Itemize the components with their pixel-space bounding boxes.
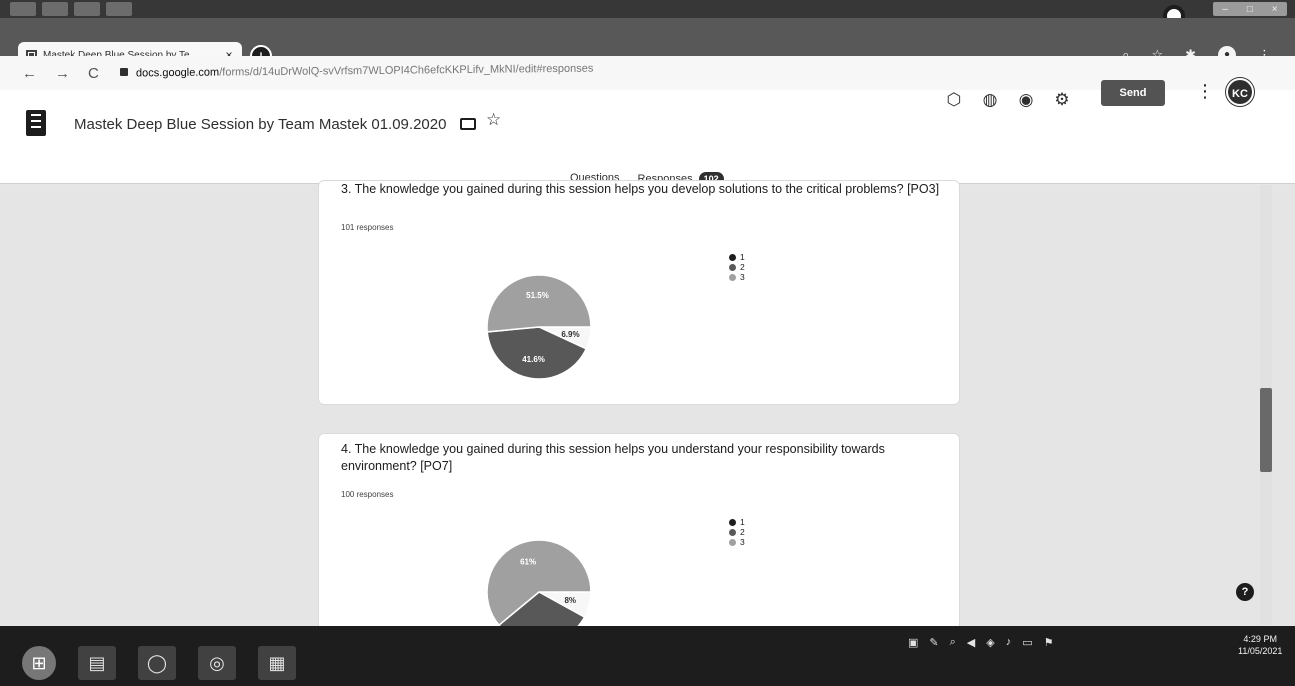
chart-legend: 123	[729, 517, 745, 547]
forward-arrow-icon[interactable]: →	[55, 65, 70, 82]
question-text: 4. The knowledge you gained during this …	[341, 442, 885, 473]
minimize-button[interactable]: –	[1222, 4, 1228, 15]
system-tray: ▣ ✎ ⌕ ◀ ◈ ♪ ▭ ⚑	[908, 636, 1054, 649]
windows-taskbar: ⊞ ▤ ◯ ◎ ▦ ▣ ✎ ⌕ ◀ ◈ ♪ ▭ ⚑ 4:29 PM 11/05/…	[0, 626, 1295, 686]
legend-label: 3	[740, 537, 745, 547]
pie-slice-label: 41.6%	[522, 355, 545, 364]
question-text: 3. The knowledge you gained during this …	[341, 182, 940, 196]
clock-date: 11/05/2021	[1238, 646, 1283, 656]
folder-icon[interactable]	[460, 118, 476, 130]
chrome-icon[interactable]: ◎	[198, 646, 236, 680]
preview-thumb[interactable]	[42, 2, 68, 16]
screen: – □ × Mastek Deep Blue Session by Te × +…	[0, 0, 1295, 686]
search-icon[interactable]: ⌕	[950, 636, 956, 649]
nav-buttons: ← → C	[22, 65, 99, 82]
volume-icon[interactable]: ♪	[1006, 636, 1012, 649]
send-button[interactable]: Send	[1101, 80, 1165, 106]
scrollbar-thumb[interactable]	[1260, 388, 1272, 472]
url-host: docs.google.com	[135, 66, 220, 80]
pie-slice-label: 51.5%	[526, 291, 549, 300]
pie-slice-label: 6.9%	[561, 330, 579, 339]
settings-gear-icon[interactable]: ⚙	[1052, 90, 1072, 110]
pen-icon[interactable]: ✎	[929, 636, 938, 649]
chart-legend: 123	[729, 252, 745, 282]
legend-dot-icon	[729, 518, 736, 526]
legend-item: 2	[729, 262, 745, 272]
legend-item: 3	[729, 537, 745, 547]
google-forms-icon[interactable]	[26, 110, 46, 136]
lock-icon[interactable]	[120, 68, 128, 76]
taskbar-apps: ⊞ ▤ ◯ ◎ ▦	[22, 646, 296, 680]
question-card: 3. The knowledge you gained during this …	[318, 180, 960, 405]
star-icon[interactable]: ☆	[486, 110, 501, 130]
preview-thumb[interactable]	[106, 2, 132, 16]
clock-time: 4:29 PM	[1243, 634, 1277, 644]
legend-dot-icon	[729, 273, 736, 281]
form-toolbar: ⬡ ◍ ◉ ⚙	[944, 90, 1072, 110]
legend-dot-icon	[729, 528, 736, 536]
reload-icon[interactable]: C	[88, 65, 99, 82]
pie-chart: 6.9% 41.6% 51.5%	[486, 274, 592, 380]
scrollbar[interactable]	[1260, 185, 1272, 625]
responses-content: 3. The knowledge you gained during this …	[0, 180, 1295, 645]
notes-icon[interactable]: ▦	[258, 646, 296, 680]
close-window-button[interactable]: ×	[1272, 4, 1278, 15]
response-count: 100 responses	[341, 490, 394, 499]
response-count: 101 responses	[341, 223, 394, 232]
pie-slice-label: 61%	[520, 558, 536, 567]
flag-icon[interactable]: ⚑	[1044, 636, 1054, 649]
start-button[interactable]: ⊞	[22, 646, 56, 680]
pie-slice-label: 8%	[564, 596, 576, 605]
avatar[interactable]: KC	[1226, 78, 1254, 106]
form-title[interactable]: Mastek Deep Blue Session by Team Mastek …	[74, 116, 446, 133]
clock[interactable]: 4:29 PM 11/05/2021	[1238, 633, 1282, 657]
question-card: 4. The knowledge you gained during this …	[318, 433, 960, 645]
legend-item: 3	[729, 272, 745, 282]
palette-icon[interactable]: ◍	[980, 90, 1000, 110]
legend-label: 3	[740, 272, 745, 282]
legend-dot-icon	[729, 253, 736, 261]
top-strip: – □ ×	[0, 0, 1295, 18]
opera-icon[interactable]: ◯	[138, 646, 176, 680]
keyboard-icon[interactable]: ▣	[908, 636, 918, 649]
preview-thumb[interactable]	[74, 2, 100, 16]
window-controls: – □ ×	[1213, 2, 1287, 16]
play-icon[interactable]: ◀	[967, 636, 975, 649]
more-options-icon[interactable]: ⋮	[1196, 81, 1214, 102]
preview-eye-icon[interactable]: ◉	[1016, 90, 1036, 110]
legend-item: 1	[729, 252, 745, 262]
forms-header: Mastek Deep Blue Session by Team Mastek …	[0, 78, 1295, 193]
url-path: /forms/d/14uDrWolQ-svVrfsm7WLOPI4Ch6efcK…	[219, 62, 594, 79]
help-icon[interactable]: ?	[1236, 583, 1254, 601]
preview-thumb[interactable]	[10, 2, 36, 16]
back-arrow-icon[interactable]: ←	[22, 65, 37, 82]
url-field[interactable]: docs.google.com/forms/d/14uDrWolQ-svVrfs…	[136, 63, 593, 80]
legend-label: 1	[740, 252, 745, 262]
taskbar-preview-row	[10, 2, 132, 16]
legend-label: 2	[740, 527, 745, 537]
legend-dot-icon	[729, 263, 736, 271]
maximize-button[interactable]: □	[1247, 4, 1253, 15]
pie-slice-3[interactable]	[486, 274, 592, 333]
legend-label: 1	[740, 517, 745, 527]
legend-item: 2	[729, 527, 745, 537]
network-icon[interactable]: ◈	[986, 636, 994, 649]
legend-dot-icon	[729, 538, 736, 546]
legend-item: 1	[729, 517, 745, 527]
file-explorer-icon[interactable]: ▤	[78, 646, 116, 680]
addon-icon[interactable]: ⬡	[944, 90, 964, 110]
battery-icon[interactable]: ▭	[1022, 636, 1032, 649]
legend-label: 2	[740, 262, 745, 272]
